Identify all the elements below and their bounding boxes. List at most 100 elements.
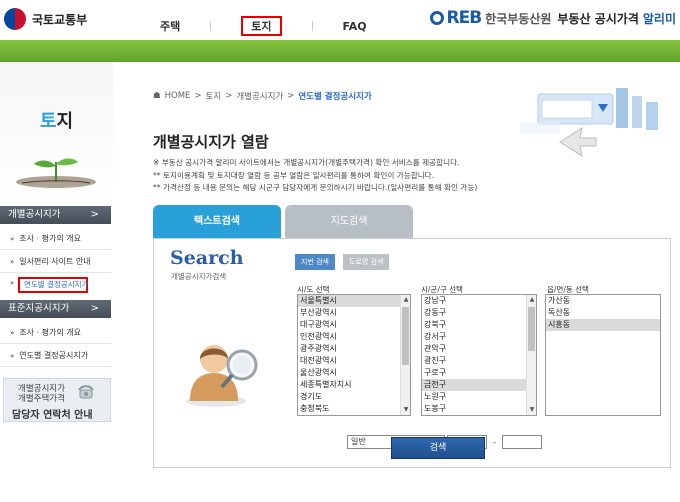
bullet-icon: » [10,279,15,287]
reb-logo-icon: REB [430,8,482,28]
sidebar-item-label: 연도별 결정공시지가 [19,351,89,360]
sido-option[interactable]: 서울특별시 [298,295,410,307]
person-magnifier-icon [186,345,258,407]
sigungu-scrollbar[interactable]: ▲ ▼ [526,295,536,415]
tab-map-search[interactable]: 지도검색 [285,205,413,238]
sidebar-item-std-yearly[interactable]: » 연도별 결정공시지가 [0,345,111,367]
search-tabs: 텍스트검색 지도검색 [153,205,417,238]
nav-housing[interactable]: 주택 [160,18,180,34]
dong-option[interactable]: 시흥동 [546,319,660,331]
lot-number-search-button[interactable]: 지번 검색 [295,254,335,270]
sido-listbox[interactable]: 서울특별시 부산광역시 대구광역시 인천광역시 광주광역시 대전광역시 울산광역… [297,294,411,416]
brand-title-accent: 알리미 [642,11,676,26]
dong-option[interactable]: 가산동 [546,295,660,307]
home-icon[interactable]: ☗ [153,91,161,101]
search-button[interactable]: 검색 [391,437,485,459]
sido-option[interactable]: 대구광역시 [298,319,410,331]
sido-scrollbar[interactable]: ▲ ▼ [400,295,410,415]
chevron-right-icon: > [90,209,99,220]
sidebar-item-ilsa-guide[interactable]: » 일사편리 사이트 안내 [0,251,111,273]
sido-option[interactable]: 대전광역시 [298,355,410,367]
breadcrumb-sep: > [287,91,295,101]
ji-input[interactable] [501,435,542,449]
search-heading: Search [170,247,244,269]
sidebar-title-char1: 토 [39,111,57,132]
sido-option[interactable]: 인천광역시 [298,331,410,343]
ministry-name: 국토교통부 [32,12,88,27]
sigungu-option[interactable]: 광진구 [422,355,536,367]
sido-option[interactable]: 울산광역시 [298,367,410,379]
sidebar-section-label: 개별공시지가 [8,209,61,220]
sigungu-option[interactable]: 도봉구 [422,403,536,415]
notice-line: ** 토지이용계획 및 토지대장 열람 등 공부 열람은 일사편리를 통하여 확… [153,170,435,180]
bullet-icon: » [10,258,15,266]
phone-icon [78,385,94,399]
reb-mark-text: REB [446,8,482,28]
breadcrumb-sep: > [194,91,202,101]
sigungu-option[interactable]: 노원구 [422,391,536,403]
nav-land[interactable]: 토지 [241,16,282,36]
page-title: 개별공시지가 열람 [153,133,269,151]
scroll-thumb[interactable] [402,307,409,365]
sidebar-section-individual[interactable]: 개별공시지가 > [0,206,111,224]
notice-line: ** 가격산정 등 내용 문의는 해당 시군구 담당자에게 문의하시기 바랍니다… [153,183,478,192]
bullet-icon: » [10,235,15,243]
sido-option[interactable]: 광주광역시 [298,343,410,355]
search-mode-buttons: 지번 검색 도로명 검색 [295,254,397,270]
sido-option[interactable]: 경기도 [298,391,410,403]
sidebar-item-label: 조사 · 평가의 개요 [19,328,81,337]
sidebar-item-overview[interactable]: » 조사 · 평가의 개요 [0,228,111,250]
breadcrumb-home[interactable]: HOME [165,91,191,101]
breadcrumb-sep: > [225,91,233,101]
reb-circle-icon [430,11,445,25]
contact-lines: 개별공시지가 개별주택가격 [18,384,65,404]
sprout-icon [16,158,96,188]
sidebar-section-label: 표준지공시지가 [8,303,70,314]
nav-faq[interactable]: FAQ [343,20,367,33]
ministry-logo[interactable]: 국토교통부 [4,8,87,30]
sidebar-title-char2: 지 [56,111,74,132]
scroll-up-icon[interactable]: ▲ [527,295,536,305]
sigungu-option[interactable]: 구로구 [422,367,536,379]
search-panel: Search 개별공시지가검색 지번 검색 도로명 검색 시/도 선택 서울특별… [153,238,671,468]
sidebar-item-yearly-price[interactable]: 연도별 결정공시지가 [18,277,88,293]
sido-option[interactable]: 충청북도 [298,403,410,415]
sido-option[interactable]: 세종특별자치시 [298,379,410,391]
dong-listbox[interactable]: 가산동 독산동 시흥동 [545,294,661,416]
scroll-down-icon[interactable]: ▼ [401,405,410,415]
brand-logo[interactable]: REB 한국부동산원 부동산 공시가격 알리미 [430,8,676,28]
tab-text-search[interactable]: 텍스트검색 [153,205,281,238]
sidebar-item-label: 조사 · 평가의 개요 [19,234,81,243]
contact-banner[interactable]: 개별공시지가 개별주택가격 담당자 연락처 안내 [3,378,111,422]
scroll-down-icon[interactable]: ▼ [527,405,536,415]
scroll-up-icon[interactable]: ▲ [401,295,410,305]
land-type-value: 일반 [351,437,366,446]
sido-option[interactable]: 부산광역시 [298,307,410,319]
green-banner [0,40,680,62]
road-name-search-button[interactable]: 도로명 검색 [343,254,390,270]
breadcrumb-land[interactable]: 토지 [206,90,222,102]
breadcrumb: ☗ HOME > 토지 > 개별공시지가 > 연도별 결정공시지가 [153,90,376,102]
scroll-thumb[interactable] [528,307,535,351]
sidebar-item-std-overview[interactable]: » 조사 · 평가의 개요 [0,322,111,344]
contact-line1: 개별공시지가 [18,384,65,394]
chevron-right-icon: > [90,303,99,314]
header: 국토교통부 주택 토지 FAQ REB 한국부동산원 부동산 공시가격 알리미 [0,0,680,40]
sidebar-title: 토지 [0,107,113,133]
sigungu-option[interactable]: 강남구 [422,295,536,307]
sigungu-option[interactable]: 강동구 [422,307,536,319]
search-subheading: 개별공시지가검색 [171,272,227,281]
sigungu-option[interactable]: 금천구 [422,379,536,391]
sigungu-option[interactable]: 강북구 [422,319,536,331]
taeguk-emblem-icon [4,8,26,30]
notice-line: ※ 부동산 공시가격 알리미 사이트에서는 개별공시지가(개별주택가격) 확인 … [153,158,460,167]
sidebar: 토지 개별공시지가 > » 조사 · 평가의 개요 » 일사편리 사이트 안내 » … [0,62,113,502]
sigungu-option[interactable]: 강서구 [422,331,536,343]
main-nav: 주택 토지 FAQ [160,16,367,36]
breadcrumb-individual[interactable]: 개별공시지가 [236,90,283,102]
breadcrumb-current: 연도별 결정공시지가 [298,92,372,102]
sigungu-listbox[interactable]: 강남구 강동구 강북구 강서구 관악구 광진구 구로구 금천구 노원구 도봉구 … [421,294,537,416]
dong-option[interactable]: 독산동 [546,307,660,319]
sigungu-option[interactable]: 관악구 [422,343,536,355]
sidebar-section-standard[interactable]: 표준지공시지가 > [0,300,111,318]
